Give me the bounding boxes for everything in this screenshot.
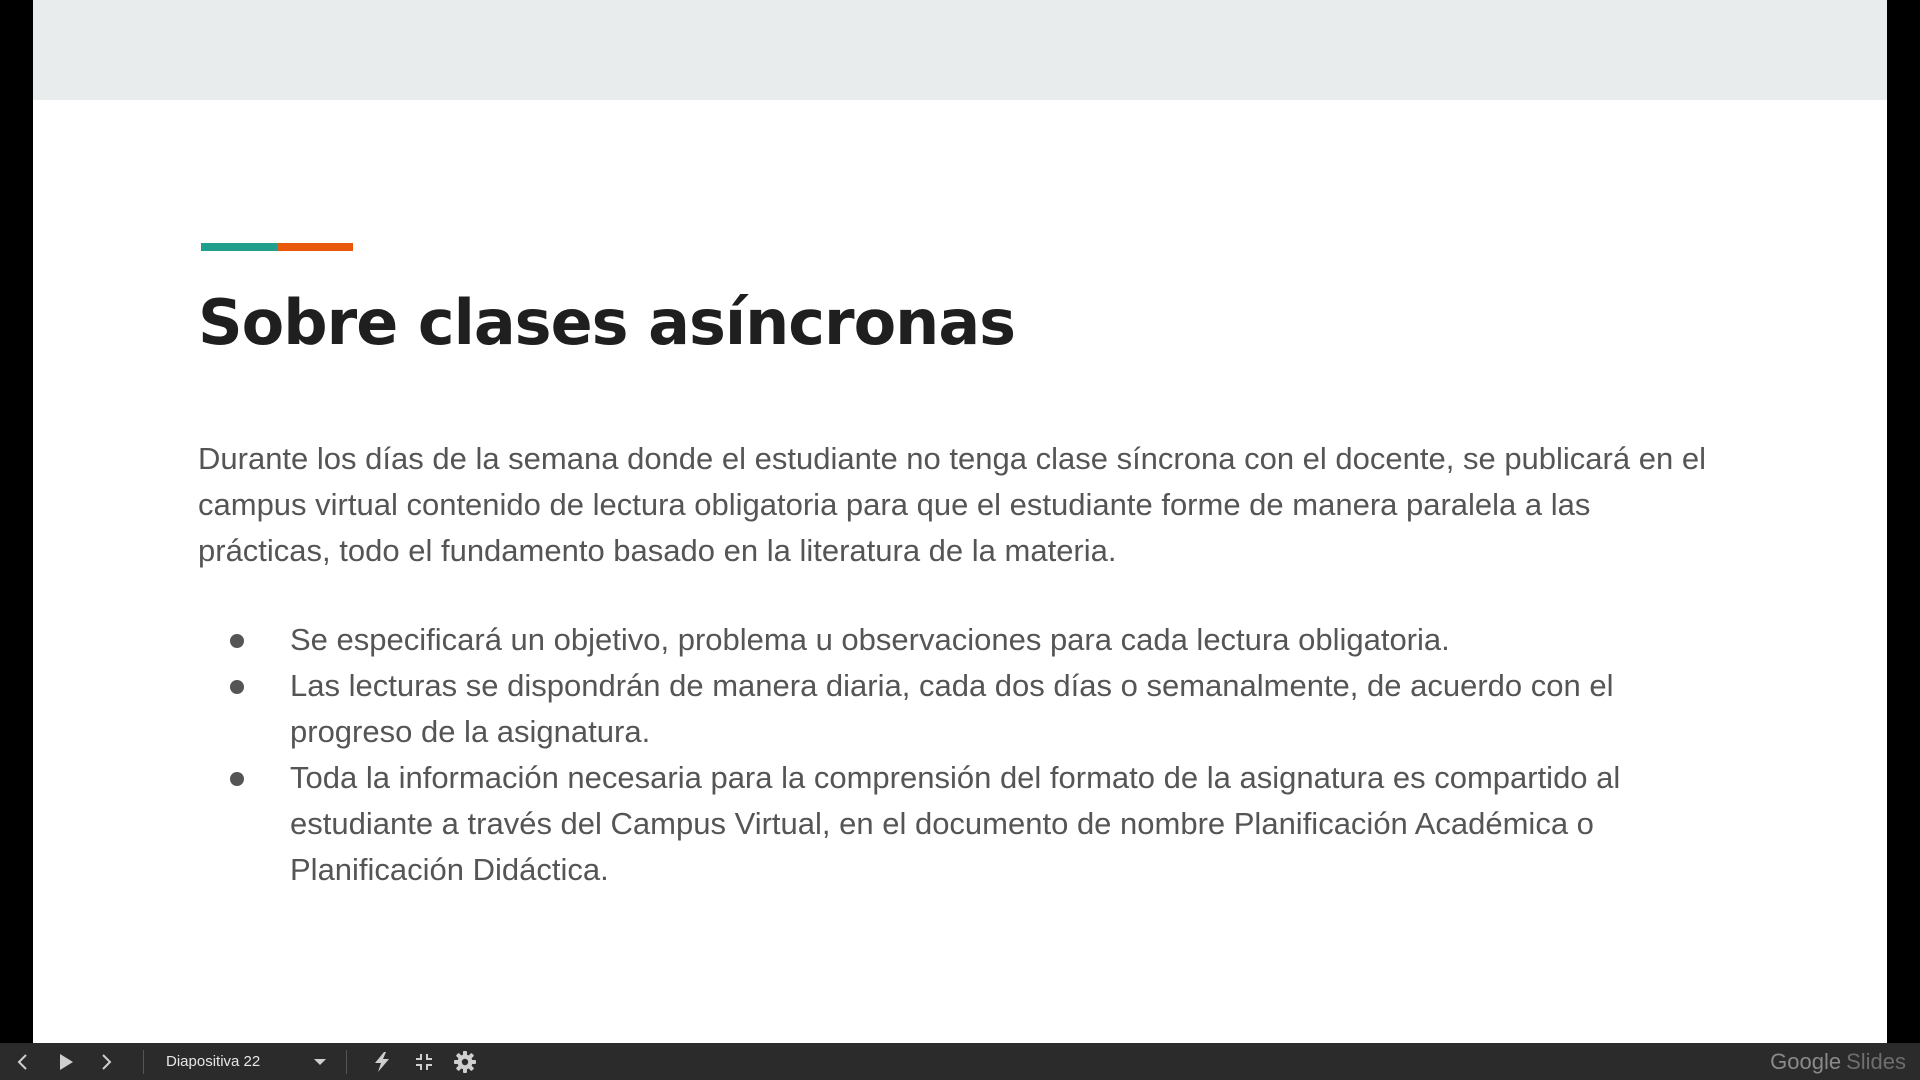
- bullet-dot-icon: [230, 772, 244, 786]
- slide-canvas: Sobre clases asíncronas Durante los días…: [33, 0, 1887, 1043]
- slide-paragraph: Durante los días de la semana donde el e…: [198, 441, 1706, 568]
- settings-button[interactable]: [443, 1043, 487, 1080]
- presentation-viewer: Sobre clases asíncronas Durante los días…: [0, 0, 1920, 1080]
- laser-pointer-icon: [375, 1051, 389, 1072]
- accent-bar-teal: [201, 243, 277, 251]
- bullet-text: Las lecturas se dispondrán de manera dia…: [290, 668, 1614, 749]
- chevron-right-icon: [102, 1053, 112, 1070]
- brand-name: Google: [1770, 1048, 1842, 1074]
- caret-down-icon: [314, 1058, 326, 1065]
- bullet-dot-icon: [230, 680, 244, 694]
- previous-slide-button[interactable]: [0, 1043, 46, 1080]
- play-icon: [60, 1053, 73, 1070]
- exit-fullscreen-icon: [416, 1053, 432, 1070]
- next-slide-button[interactable]: [86, 1043, 126, 1080]
- gear-icon: [454, 1050, 476, 1073]
- bullet-item: Toda la información necesaria para la co…: [198, 755, 1728, 893]
- title-accent-bar: [201, 243, 353, 251]
- bullet-dot-icon: [230, 634, 244, 648]
- brand-product: Slides: [1846, 1048, 1906, 1074]
- bullet-item: Se especificará un objetivo, problema u …: [198, 617, 1728, 663]
- toolbar-divider: [346, 1049, 347, 1074]
- slide-selector-dropdown[interactable]: Diapositiva 22: [144, 1043, 326, 1080]
- slide-selector-label: Diapositiva 22: [166, 1053, 261, 1070]
- exit-fullscreen-button[interactable]: [405, 1043, 443, 1080]
- play-button[interactable]: [46, 1043, 86, 1080]
- bullet-list: Se especificará un objetivo, problema u …: [198, 617, 1728, 893]
- bullet-text: Toda la información necesaria para la co…: [290, 760, 1621, 887]
- slide-title: Sobre clases asíncronas: [198, 286, 1016, 359]
- chevron-left-icon: [17, 1053, 27, 1070]
- google-slides-logo: Google Slides: [1770, 1043, 1906, 1080]
- bullet-item: Las lecturas se dispondrán de manera dia…: [198, 663, 1728, 755]
- slide-header-band: [33, 0, 1887, 100]
- bullet-text: Se especificará un objetivo, problema u …: [290, 622, 1450, 657]
- accent-bar-orange: [277, 243, 353, 251]
- laser-pointer-button[interactable]: [359, 1043, 405, 1080]
- presentation-toolbar: Diapositiva 22 Google Slides: [0, 1043, 1920, 1080]
